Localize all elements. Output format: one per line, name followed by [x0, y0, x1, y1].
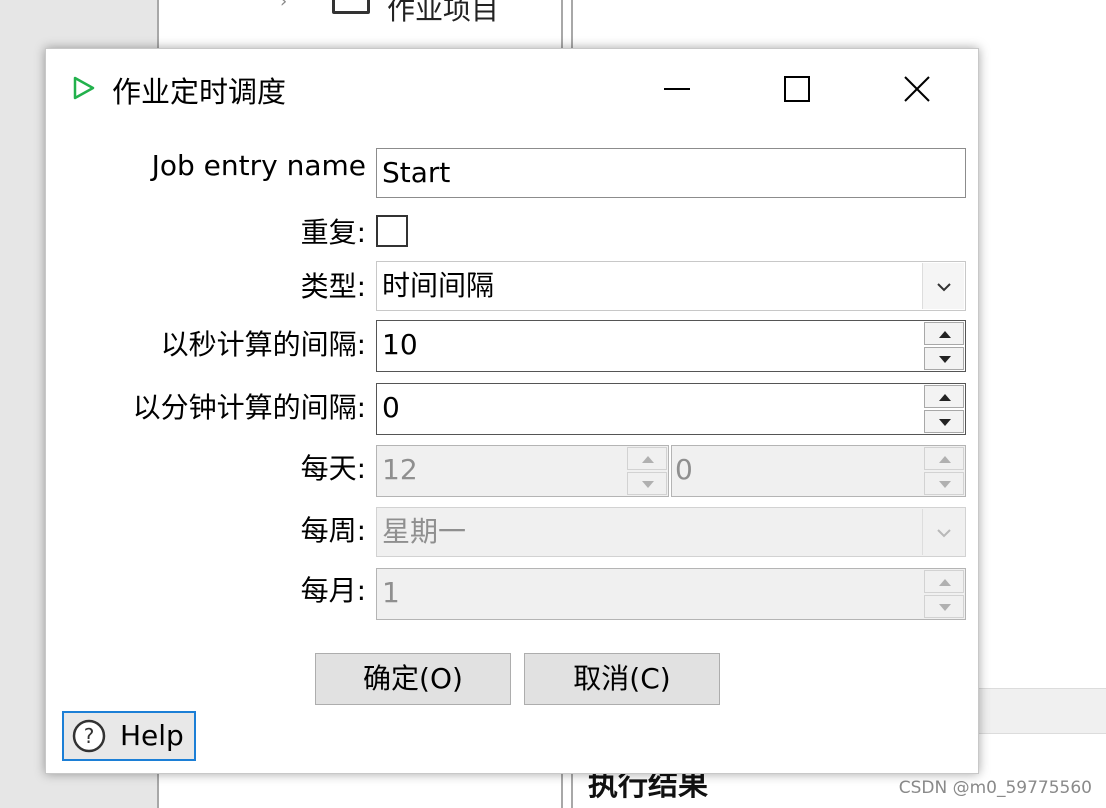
interval-minutes-label: 以分钟计算的间隔:	[132, 391, 366, 424]
daily-minute-decrement[interactable]	[924, 472, 964, 495]
background-toolbar-strip	[976, 688, 1106, 734]
monthly-value: 1	[382, 576, 400, 609]
interval-seconds-label: 以秒计算的间隔:	[160, 328, 366, 361]
svg-text:?: ?	[84, 724, 95, 748]
repeat-label: 重复:	[300, 216, 366, 249]
watermark: CSDN @m0_59775560	[898, 778, 1092, 798]
daily-minute-spinner[interactable]: 0	[671, 445, 966, 497]
monthly-spin-buttons	[924, 570, 964, 618]
daily-label: 每天:	[300, 452, 366, 485]
chevron-down-icon	[937, 283, 951, 292]
interval-minutes-increment[interactable]	[924, 385, 964, 408]
weekly-selected-value: 星期一	[382, 515, 467, 548]
type-selected-value: 时间间隔	[382, 269, 495, 302]
maximize-button[interactable]	[766, 64, 826, 112]
interval-seconds-value: 10	[382, 328, 418, 361]
type-select[interactable]: 时间间隔	[376, 261, 966, 311]
daily-hour-value: 12	[382, 453, 418, 486]
triangle-down-icon	[939, 419, 951, 426]
interval-seconds-increment[interactable]	[924, 322, 964, 345]
triangle-up-icon	[939, 394, 951, 401]
interval-minutes-spin-buttons	[924, 385, 964, 433]
daily-hour-spin-buttons	[627, 447, 667, 495]
minimize-icon	[664, 88, 690, 90]
dialog-titlebar[interactable]: 作业定时调度	[46, 49, 978, 127]
schedule-dialog: 作业定时调度 Job entry name Start 重复: 类型: 时间间隔…	[45, 48, 979, 774]
maximize-icon	[784, 76, 810, 102]
start-play-icon	[73, 76, 95, 100]
triangle-up-icon	[642, 456, 654, 463]
close-icon	[904, 76, 930, 102]
triangle-up-icon	[939, 579, 951, 586]
type-label: 类型:	[300, 270, 366, 303]
interval-seconds-decrement[interactable]	[924, 347, 964, 370]
ok-button[interactable]: 确定(O)	[315, 653, 511, 705]
tree-expand-icon[interactable]: ›	[280, 0, 296, 11]
folder-icon	[332, 0, 370, 14]
job-entry-name-label: Job entry name	[151, 149, 366, 182]
weekly-label: 每周:	[300, 514, 366, 547]
triangle-up-icon	[939, 456, 951, 463]
triangle-down-icon	[939, 356, 951, 363]
chevron-down-icon	[937, 529, 951, 538]
tree-item-label[interactable]: 作业项目	[387, 0, 499, 28]
daily-minute-value: 0	[675, 453, 693, 486]
monthly-label: 每月:	[300, 574, 366, 607]
interval-seconds-spin-buttons	[924, 322, 964, 370]
triangle-down-icon	[939, 481, 951, 488]
job-entry-name-input[interactable]: Start	[376, 148, 966, 198]
job-entry-name-value: Start	[382, 156, 451, 189]
daily-minute-spin-buttons	[924, 447, 964, 495]
help-button-label: Help	[120, 719, 184, 752]
close-button[interactable]	[886, 64, 946, 112]
dialog-title: 作业定时调度	[112, 75, 287, 109]
triangle-down-icon	[642, 481, 654, 488]
daily-minute-increment[interactable]	[924, 447, 964, 470]
interval-seconds-spinner[interactable]: 10	[376, 320, 966, 372]
daily-hour-increment[interactable]	[627, 447, 667, 470]
repeat-checkbox[interactable]	[376, 215, 408, 247]
type-dropdown-button[interactable]	[922, 263, 964, 309]
interval-minutes-value: 0	[382, 391, 400, 424]
monthly-increment[interactable]	[924, 570, 964, 593]
monthly-spinner[interactable]: 1	[376, 568, 966, 620]
interval-minutes-decrement[interactable]	[924, 410, 964, 433]
weekly-select[interactable]: 星期一	[376, 507, 966, 557]
daily-hour-spinner[interactable]: 12	[376, 445, 669, 497]
minimize-button[interactable]	[646, 64, 706, 112]
interval-minutes-spinner[interactable]: 0	[376, 383, 966, 435]
help-icon: ?	[72, 719, 106, 753]
weekly-dropdown-button[interactable]	[922, 509, 964, 555]
monthly-decrement[interactable]	[924, 595, 964, 618]
cancel-button[interactable]: 取消(C)	[524, 653, 720, 705]
triangle-up-icon	[939, 331, 951, 338]
daily-hour-decrement[interactable]	[627, 472, 667, 495]
help-button[interactable]: ? Help	[62, 711, 196, 761]
triangle-down-icon	[939, 604, 951, 611]
